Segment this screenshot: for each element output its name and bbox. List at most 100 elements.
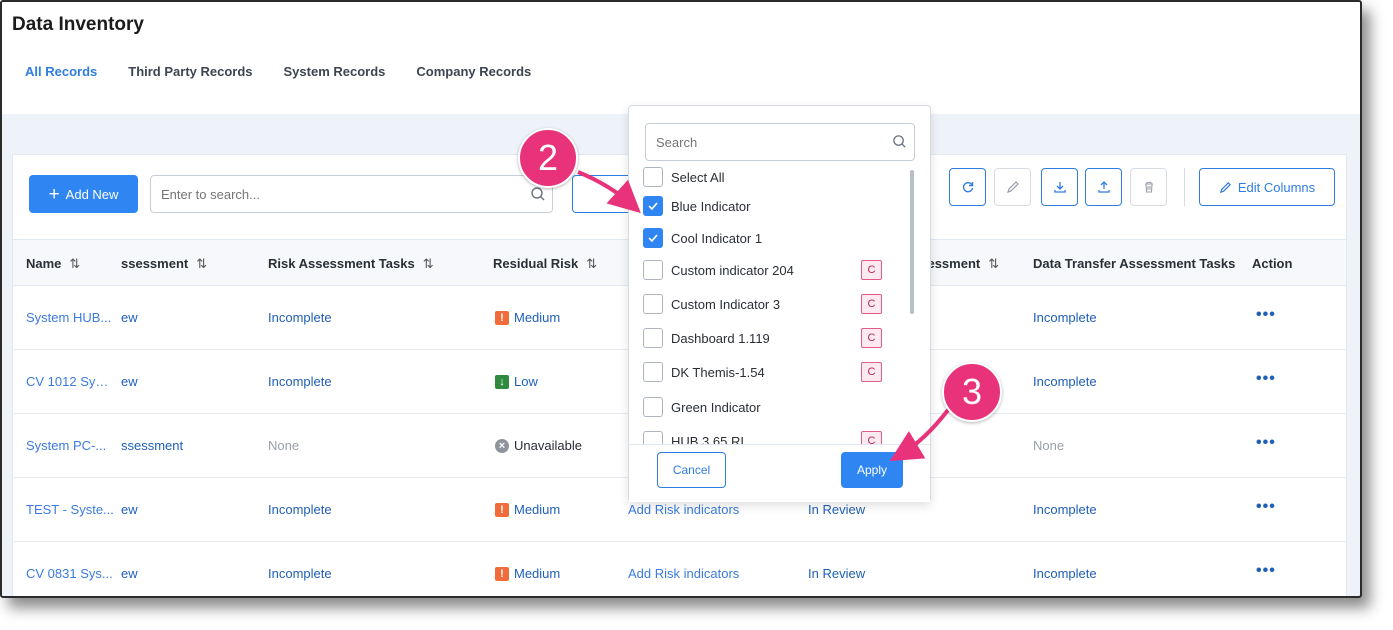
dropdown-scrollbar[interactable]: [910, 170, 914, 314]
search-input[interactable]: [150, 175, 553, 213]
option-checkbox[interactable]: [643, 328, 663, 348]
pencil-icon: [1219, 181, 1231, 193]
upload-icon: [1097, 181, 1110, 193]
review-status-cell[interactable]: In Review: [808, 502, 865, 517]
risk-tasks-cell[interactable]: Incomplete: [268, 566, 332, 581]
tab-all-records[interactable]: All Records: [25, 64, 97, 79]
data-transfer-tasks-cell[interactable]: None: [1033, 438, 1064, 453]
row-actions-menu[interactable]: •••: [1256, 498, 1276, 516]
option-label: Dashboard 1.119: [671, 330, 770, 346]
column-header-risk-assessment-tasks[interactable]: Risk Assessment Tasks ⇅: [268, 256, 434, 272]
search-icon: [893, 135, 906, 148]
option-checkbox[interactable]: [643, 294, 663, 314]
search-icon[interactable]: [530, 186, 546, 202]
add-risk-indicators-link[interactable]: Add Risk indicators: [628, 566, 739, 581]
download-button[interactable]: [1041, 168, 1078, 206]
risk-level-icon: ↓: [495, 374, 509, 389]
row-actions-menu[interactable]: •••: [1256, 370, 1276, 388]
custom-badge: C: [861, 328, 882, 348]
risk-tasks-cell[interactable]: Incomplete: [268, 502, 332, 517]
row-actions-menu[interactable]: •••: [1256, 306, 1276, 324]
residual-risk-cell: × Unavailable: [495, 438, 582, 453]
column-header-data-transfer-tasks[interactable]: Data Transfer Assessment Tasks: [1033, 256, 1241, 271]
option-label: Cool Indicator 1: [671, 230, 763, 246]
delete-button[interactable]: [1130, 168, 1167, 206]
risk-tasks-cell[interactable]: Incomplete: [268, 310, 332, 325]
data-transfer-tasks-cell[interactable]: Incomplete: [1033, 502, 1097, 517]
sort-icon[interactable]: ⇅: [988, 256, 999, 271]
residual-risk-label: Unavailable: [514, 438, 582, 453]
risk-level-icon: !: [495, 310, 509, 325]
indicator-option[interactable]: Custom indicator 204 C: [643, 257, 903, 283]
assessment-cell[interactable]: ew: [121, 374, 138, 389]
record-name-link[interactable]: CV 1012 Syst...: [26, 374, 114, 389]
risk-level-icon: ×: [495, 438, 509, 453]
indicator-option[interactable]: Select All: [643, 164, 903, 190]
option-checkbox[interactable]: [643, 228, 663, 248]
data-transfer-tasks-cell[interactable]: Incomplete: [1033, 566, 1097, 581]
check-icon: [648, 202, 658, 211]
indicator-option[interactable]: HUB 3.65 RI C: [643, 428, 903, 444]
option-checkbox[interactable]: [643, 362, 663, 382]
option-checkbox[interactable]: [643, 167, 663, 187]
upload-button[interactable]: [1085, 168, 1122, 206]
risk-tasks-cell[interactable]: None: [268, 438, 299, 453]
sort-icon[interactable]: ⇅: [586, 256, 597, 271]
edit-button[interactable]: [994, 168, 1031, 206]
filter-button[interactable]: [572, 175, 636, 213]
edit-columns-label: Edit Columns: [1237, 179, 1316, 195]
column-label: ssessment: [121, 256, 189, 271]
review-status-cell[interactable]: In Review: [808, 566, 865, 581]
assessment-cell[interactable]: ssessment: [121, 438, 183, 453]
indicator-option[interactable]: Cool Indicator 1: [643, 225, 903, 251]
risk-level-icon: !: [495, 502, 509, 517]
indicator-option[interactable]: DK Themis-1.54 C: [643, 359, 903, 385]
option-checkbox[interactable]: [643, 260, 663, 280]
table-row[interactable]: CV 0831 Sys... ew Incomplete! Medium Add Ris…: [13, 542, 1346, 596]
option-checkbox[interactable]: [643, 397, 663, 417]
record-name-link[interactable]: System HUB...: [26, 310, 114, 325]
add-new-button[interactable]: + Add New: [29, 175, 138, 213]
residual-risk-label: Low: [514, 374, 538, 389]
record-name-link[interactable]: System PC-...: [26, 438, 114, 453]
option-checkbox[interactable]: [643, 196, 663, 216]
assessment-cell[interactable]: ew: [121, 310, 138, 325]
row-actions-menu[interactable]: •••: [1256, 562, 1276, 580]
indicator-option[interactable]: Blue Indicator: [643, 193, 903, 219]
tab-system-records[interactable]: System Records: [284, 64, 386, 79]
apply-button[interactable]: Apply: [841, 452, 903, 488]
column-label: Residual Risk: [493, 256, 579, 271]
option-label: Green Indicator: [671, 399, 761, 415]
assessment-cell[interactable]: ew: [121, 502, 138, 517]
sort-icon[interactable]: ⇅: [423, 256, 434, 271]
data-transfer-tasks-cell[interactable]: Incomplete: [1033, 374, 1097, 389]
column-header-assessment[interactable]: ssessment ⇅: [121, 256, 207, 272]
indicator-option[interactable]: Dashboard 1.119 C: [643, 325, 903, 351]
column-header-residual-risk[interactable]: Residual Risk ⇅: [493, 256, 597, 272]
download-icon: [1053, 182, 1066, 193]
assessment-cell[interactable]: ew: [121, 566, 138, 581]
dropdown-search-input[interactable]: [645, 123, 915, 161]
cancel-button[interactable]: Cancel: [657, 452, 726, 488]
tab-company-records[interactable]: Company Records: [416, 64, 531, 79]
residual-risk-label: Medium: [514, 502, 561, 517]
sort-icon[interactable]: ⇅: [196, 256, 207, 271]
residual-risk-label: Medium: [514, 566, 561, 581]
indicator-option[interactable]: Green Indicator: [643, 394, 903, 420]
record-name-link[interactable]: TEST - Syste...: [26, 502, 114, 517]
indicator-option[interactable]: Custom Indicator 3 C: [643, 291, 903, 317]
custom-badge: C: [861, 362, 882, 382]
tab-third-party-records[interactable]: Third Party Records: [128, 64, 252, 79]
edit-columns-button[interactable]: Edit Columns: [1199, 168, 1335, 206]
column-header-name[interactable]: Name ⇅: [26, 256, 80, 272]
add-risk-indicators-link[interactable]: Add Risk indicators: [628, 502, 739, 517]
data-transfer-tasks-cell[interactable]: Incomplete: [1033, 310, 1097, 325]
option-checkbox[interactable]: [643, 431, 663, 444]
record-name-link[interactable]: CV 0831 Sys...: [26, 566, 114, 581]
risk-tasks-cell[interactable]: Incomplete: [268, 374, 332, 389]
page-header: Data Inventory All Records Third Party R…: [2, 2, 1360, 114]
sort-icon[interactable]: ⇅: [69, 256, 80, 271]
refresh-button[interactable]: [949, 168, 986, 206]
row-actions-menu[interactable]: •••: [1256, 434, 1276, 452]
check-icon: [648, 234, 658, 243]
